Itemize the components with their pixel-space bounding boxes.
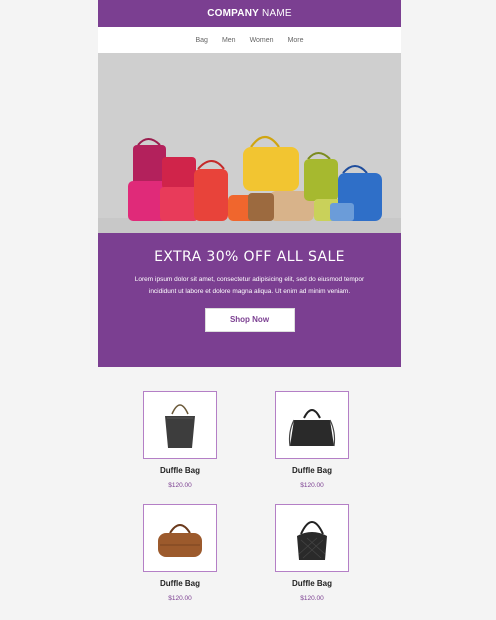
- product-name: Duffle Bag: [160, 466, 200, 475]
- promo-section: EXTRA 30% OFF ALL SALE Lorem ipsum dolor…: [98, 233, 401, 367]
- product-name: Duffle Bag: [292, 466, 332, 475]
- product-price: $120.00: [300, 482, 324, 489]
- product-name: Duffle Bag: [292, 579, 332, 588]
- promo-text: Lorem ipsum dolor sit amet, consectetur …: [134, 276, 365, 295]
- product-price: $120.00: [168, 595, 192, 602]
- black-tote-bag-icon: [165, 404, 195, 448]
- product-card: Duffle Bag $120.00: [275, 391, 349, 489]
- nav-item-women[interactable]: Women: [250, 37, 274, 44]
- black-quilted-bag-icon: [297, 521, 327, 560]
- product-price: $120.00: [300, 595, 324, 602]
- email-container: COMPANY NAME Bag Men Women More EXTRA 30…: [98, 0, 401, 620]
- promo-title: EXTRA 30% OFF ALL SALE: [154, 249, 345, 265]
- product-card: Duffle Bag $120.00: [275, 504, 349, 602]
- product-image-link[interactable]: [143, 391, 217, 459]
- handbags-illustration: [98, 53, 401, 233]
- product-name: Duffle Bag: [160, 579, 200, 588]
- nav-item-men[interactable]: Men: [222, 37, 236, 44]
- company-name-bold: COMPANY: [207, 8, 260, 19]
- brown-duffle-bag-icon: [158, 524, 202, 557]
- product-price: $120.00: [168, 482, 192, 489]
- product-image-link[interactable]: [275, 391, 349, 459]
- header-bar: COMPANY NAME: [98, 0, 401, 27]
- product-card: Duffle Bag $120.00: [143, 504, 217, 602]
- product-grid: Duffle Bag $120.00 Duffle Bag $120.00 Du…: [98, 367, 401, 620]
- nav-item-more[interactable]: More: [288, 37, 304, 44]
- product-card: Duffle Bag $120.00: [143, 391, 217, 489]
- shop-now-button[interactable]: Shop Now: [204, 308, 295, 332]
- product-image-link[interactable]: [143, 504, 217, 572]
- nav-item-bag[interactable]: Bag: [195, 37, 207, 44]
- product-image-link[interactable]: [275, 504, 349, 572]
- nav-bar: Bag Men Women More: [98, 27, 401, 53]
- hero-image: [98, 53, 401, 233]
- company-name-rest: NAME: [262, 8, 292, 19]
- black-satchel-bag-icon: [288, 409, 336, 447]
